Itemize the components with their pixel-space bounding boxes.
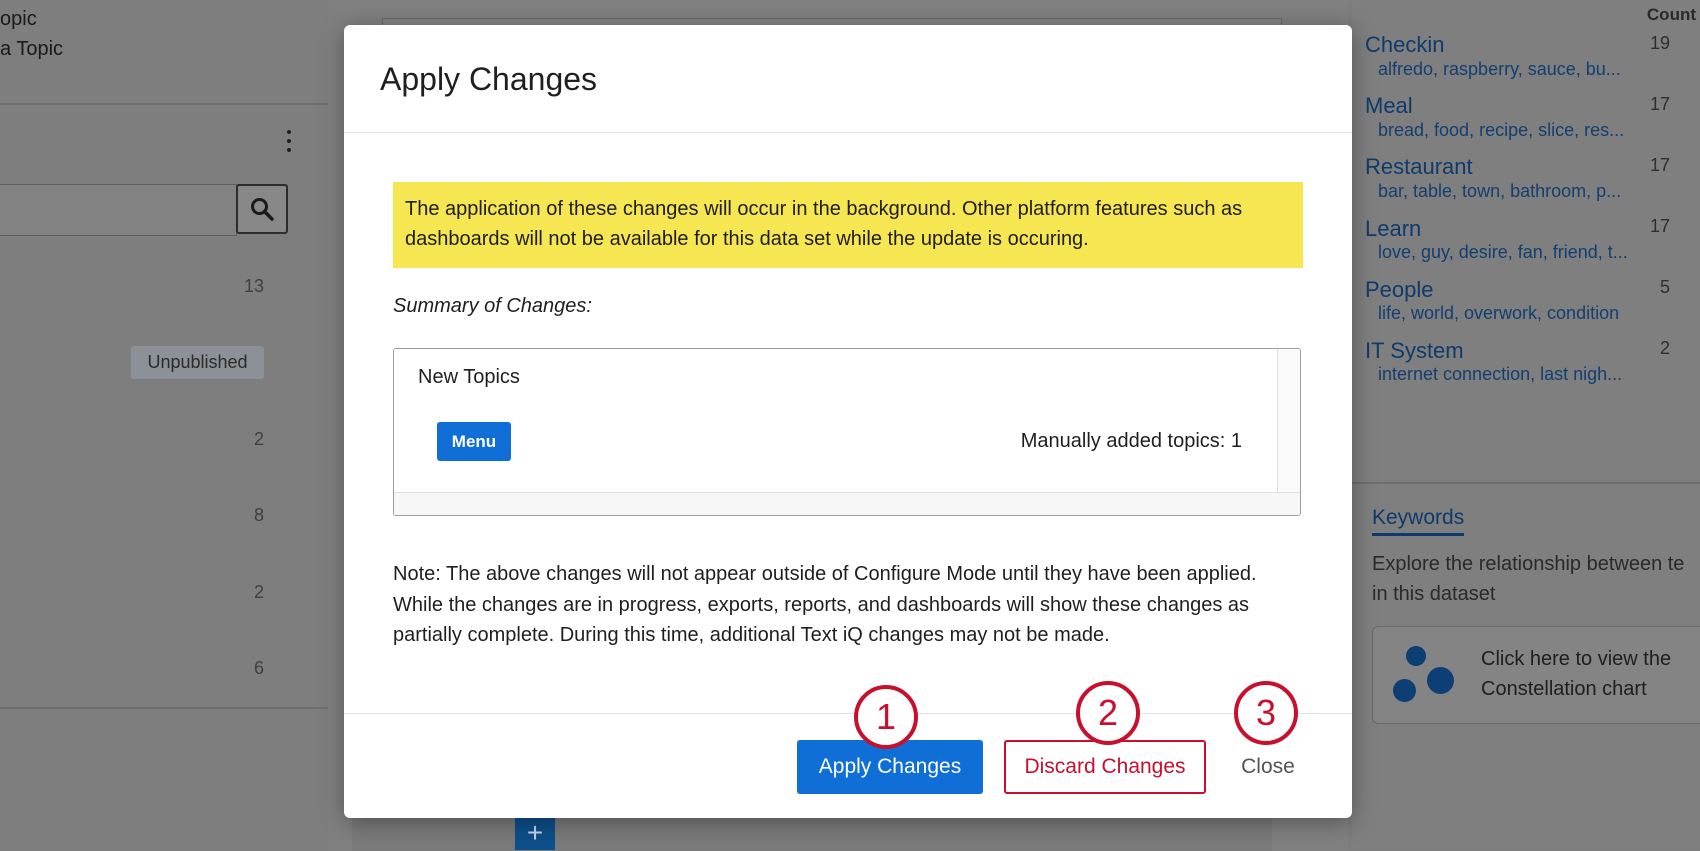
- topic-count: 17: [1649, 216, 1670, 236]
- summary-box: New Topics Menu Manually added topics: 1: [393, 348, 1301, 516]
- topic-count: 5: [1659, 277, 1670, 297]
- dialog-header-divider: [344, 132, 1352, 133]
- step-marker-1: 1: [854, 685, 918, 749]
- left-divider: [0, 103, 328, 105]
- left-count: 6: [253, 658, 264, 678]
- status-badge: Unpublished: [131, 346, 264, 379]
- topic-link[interactable]: People: [1365, 277, 1434, 303]
- topic-link[interactable]: Learn: [1365, 216, 1421, 242]
- topic-keywords: life, world, overwork, condition: [1378, 303, 1620, 323]
- left-divider: [0, 707, 328, 709]
- topic-keywords: alfredo, raspberry, sauce, bu...: [1378, 59, 1621, 79]
- topic-chip[interactable]: Menu: [437, 422, 511, 461]
- topic-keywords: love, guy, desire, fan, friend, t...: [1378, 242, 1628, 262]
- keywords-description: Explore the relationship between te in t…: [1372, 553, 1685, 605]
- summary-section-label: New Topics: [418, 366, 520, 388]
- topic-keywords: bread, food, recipe, slice, res...: [1378, 120, 1625, 140]
- topic-count: 17: [1649, 155, 1670, 175]
- step-marker-2: 2: [1076, 681, 1140, 745]
- summary-label: Summary of Changes:: [393, 295, 592, 317]
- dialog-title: Apply Changes: [380, 61, 598, 97]
- more-options-icon[interactable]: [286, 130, 292, 156]
- add-button[interactable]: +: [515, 815, 555, 850]
- constellation-link[interactable]: Click here to view the Constellation cha…: [1481, 644, 1700, 704]
- search-icon: [251, 198, 274, 221]
- left-search-button[interactable]: [236, 184, 288, 234]
- topic-count: 17: [1649, 94, 1670, 114]
- topic-link[interactable]: Meal: [1365, 93, 1413, 119]
- apply-changes-dialog: Apply Changes The application of these c…: [344, 25, 1352, 818]
- dialog-footer-divider: [344, 713, 1352, 714]
- step-marker-3: 3: [1234, 681, 1298, 745]
- topic-link[interactable]: Checkin: [1365, 32, 1444, 58]
- count-column-header: Count: [1646, 5, 1696, 24]
- topic-keywords: internet connection, last nigh...: [1378, 364, 1623, 384]
- note-text: Note: The above changes will not appear …: [393, 563, 1257, 646]
- left-count: 2: [253, 582, 264, 602]
- discard-changes-button[interactable]: Discard Changes: [1004, 740, 1206, 794]
- constellation-icon: [1427, 667, 1454, 694]
- right-divider: [1352, 482, 1700, 484]
- left-topic-option-1[interactable]: opic: [0, 8, 37, 31]
- left-topic-option-2[interactable]: a Topic: [0, 38, 63, 61]
- topic-count: 19: [1649, 33, 1670, 53]
- close-button[interactable]: Close: [1228, 740, 1308, 794]
- topic-count: 2: [1659, 338, 1670, 358]
- constellation-icon: [1406, 646, 1426, 666]
- topic-link[interactable]: IT System: [1365, 338, 1464, 364]
- topic-keywords: bar, table, town, bathroom, p...: [1378, 181, 1622, 201]
- warning-banner: The application of these changes will oc…: [393, 182, 1303, 268]
- summary-footer: [394, 493, 1300, 515]
- left-search-input[interactable]: [0, 184, 237, 236]
- left-count: 8: [253, 505, 264, 525]
- summary-scrollbar[interactable]: [1277, 349, 1300, 515]
- tab-keywords[interactable]: Keywords: [1372, 506, 1465, 536]
- topic-link[interactable]: Restaurant: [1365, 154, 1473, 180]
- manual-topics-count: Manually added topics: 1: [1020, 430, 1242, 452]
- left-count: 2: [253, 429, 264, 449]
- left-panel: [0, 0, 328, 850]
- left-count: 13: [243, 276, 264, 296]
- constellation-icon: [1393, 679, 1416, 702]
